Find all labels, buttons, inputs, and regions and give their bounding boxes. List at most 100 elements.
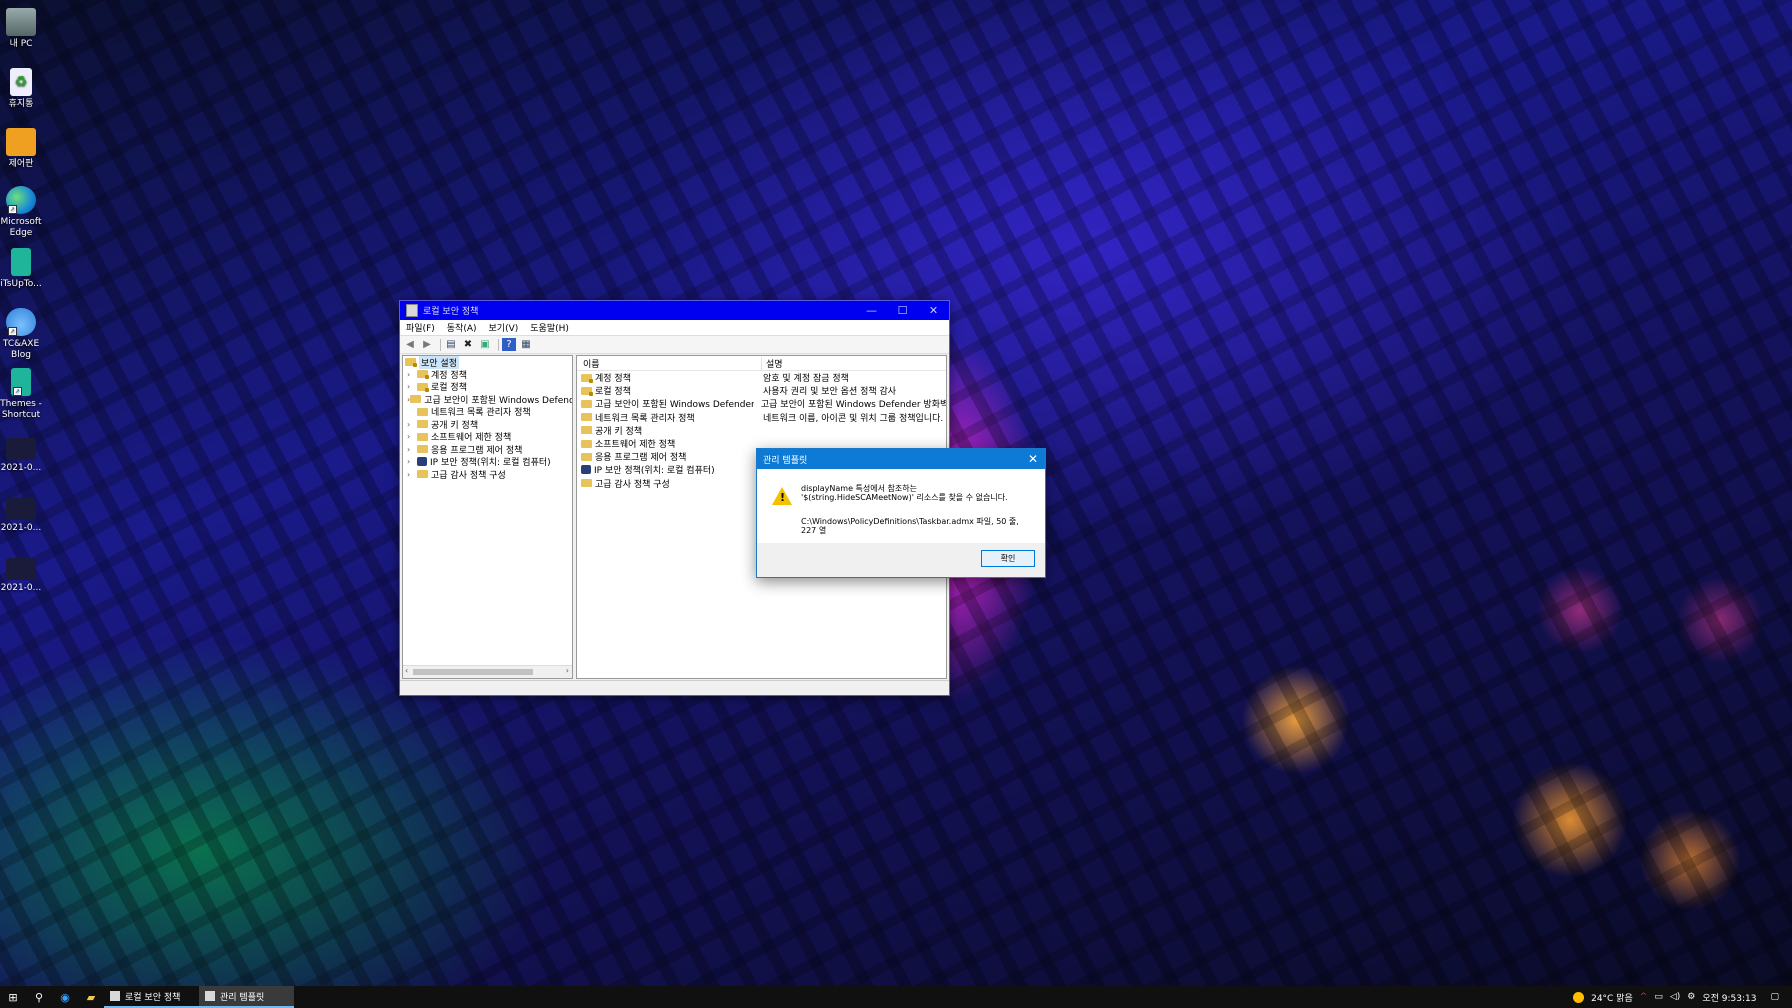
desktop-icon-themes-shortcut[interactable]: ↗ Themes - Shortcut [0, 368, 42, 421]
close-button[interactable]: ✕ [918, 301, 949, 320]
desktop-icon-label: Microsoft Edge [0, 217, 42, 238]
tree-item-label: 계정 정책 [431, 370, 467, 381]
toolbar-separator [498, 338, 499, 351]
taskbar-task-admin-templates[interactable]: 관리 템플릿 [199, 986, 294, 1008]
folder-icon [417, 445, 428, 454]
expand-chevron-icon[interactable]: › [407, 432, 417, 441]
expand-chevron-icon[interactable]: › [407, 370, 417, 379]
desktop-icon-label: 2021-0... [0, 583, 42, 593]
menu-file[interactable]: 파일(F) [400, 321, 441, 334]
column-header-description[interactable]: 설명 [762, 357, 783, 370]
toolbar: ◀ ▶ ▤ ✖ ▣ ? ▦ [400, 336, 949, 354]
volume-icon[interactable]: ◁) [1670, 992, 1680, 1002]
task-label: 로컬 보안 정책 [125, 992, 181, 1003]
tree-item-network-list[interactable]: 네트워크 목록 관리자 정책 [403, 406, 572, 418]
tree-item-label: 응용 프로그램 제어 정책 [431, 445, 523, 456]
menu-help[interactable]: 도움말(H) [524, 321, 575, 334]
help-icon[interactable]: ? [502, 338, 516, 351]
tree-item-public-key[interactable]: › 공개 키 정책 [403, 418, 572, 431]
scroll-left-icon[interactable]: ‹ [405, 666, 408, 675]
list-row[interactable]: 네트워크 목록 관리자 정책 네트워크 이름, 아이콘 및 위치 그룹 정책입니다… [577, 411, 946, 424]
admin-templates-error-dialog: 관리 템플릿 ✕ ! displayName 특성에서 참조하는 '$(stri… [756, 448, 1046, 578]
tree-item-software-restriction[interactable]: › 소프트웨어 제한 정책 [403, 431, 572, 443]
menu-view[interactable]: 보기(V) [483, 321, 525, 334]
expand-chevron-icon[interactable]: › [407, 382, 417, 391]
desktop-icon-recycle-bin[interactable]: ♻ 휴지통 [0, 68, 42, 110]
desktop-icon-label: 제어판 [8, 159, 34, 169]
maximize-button[interactable]: ☐ [887, 301, 918, 320]
expand-chevron-icon[interactable]: › [407, 470, 417, 479]
list-row[interactable]: 고급 보안이 포함된 Windows Defender ... 고급 보안이 포함… [577, 397, 946, 410]
window-titlebar[interactable]: 로컬 보안 정책 — ☐ ✕ [400, 301, 949, 320]
dialog-file-path: C:\Windows\PolicyDefinitions\Taskbar.adm… [801, 517, 1019, 535]
back-arrow-icon[interactable]: ◀ [403, 338, 417, 351]
file-explorer-icon[interactable]: ▰ [78, 986, 104, 1008]
settings-icon[interactable]: ⚙ [1687, 992, 1695, 1002]
desktop-icon-video-2[interactable]: 2021-0... [0, 498, 42, 534]
show-hide-tree-icon[interactable]: ▤ [444, 338, 458, 351]
tree-root[interactable]: 보안 설정 [403, 356, 572, 369]
desktop-icon-label: 내 PC [9, 39, 33, 49]
folder-icon [581, 399, 592, 408]
forward-arrow-icon[interactable]: ▶ [420, 338, 434, 351]
scrollbar-thumb[interactable] [413, 669, 533, 675]
tree-item-ip-security[interactable]: › IP 보안 정책(위치: 로컬 컴퓨터) [403, 456, 572, 468]
book-icon [11, 248, 31, 276]
desktop-icon-my-pc[interactable]: 내 PC [0, 8, 42, 50]
dialog-footer: 확인 [757, 543, 1045, 577]
taskbar: ⊞ ⚲ ◉ ▰ 로컬 보안 정책 관리 템플릿 24°C 맑음 ^ ▭ ◁) ⚙… [0, 986, 1792, 1008]
network-icon[interactable]: ▭ [1654, 992, 1663, 1002]
policy-app-icon [406, 304, 418, 317]
desktop-icon-tcaxe-blog[interactable]: ↗ TC&AXE Blog [0, 308, 42, 361]
export-list-icon[interactable]: ▣ [478, 338, 492, 351]
list-row[interactable]: 로컬 정책 사용자 권리 및 보안 옵션 정책 감사 [577, 384, 946, 397]
row-name: 네트워크 목록 관리자 정책 [595, 413, 695, 424]
tree-pane: 보안 설정 › 계정 정책 › 로컬 정책 › 고급 보안이 포함된 Windows … [402, 355, 573, 679]
search-icon[interactable]: ⚲ [26, 986, 52, 1008]
taskbar-task-local-security-policy[interactable]: 로컬 보안 정책 [104, 986, 199, 1008]
notification-center-icon[interactable]: ▢ [1770, 992, 1779, 1002]
column-header-name[interactable]: 이름 [577, 356, 762, 370]
folder-icon [581, 386, 593, 396]
properties-icon[interactable]: ▦ [519, 338, 533, 351]
list-row[interactable]: 계정 정책 암호 및 계정 잠금 정책 [577, 371, 946, 384]
menu-action[interactable]: 동작(A) [441, 321, 483, 334]
row-name: 고급 감사 정책 구성 [595, 479, 670, 490]
delete-icon[interactable]: ✖ [461, 338, 475, 351]
desktop-icon-video-1[interactable]: 2021-0... [0, 438, 42, 474]
start-windows-icon[interactable]: ⊞ [0, 986, 26, 1008]
weather-text[interactable]: 24°C 맑음 [1591, 991, 1633, 1004]
clock[interactable]: 오전 9:53:13 [1702, 991, 1756, 1004]
book-icon: ↗ [11, 368, 31, 396]
minimize-button[interactable]: — [856, 301, 887, 320]
edge-icon[interactable]: ◉ [52, 986, 78, 1008]
expand-chevron-icon[interactable]: › [407, 457, 417, 466]
tree-horizontal-scrollbar[interactable]: ‹ › [403, 665, 572, 678]
close-icon[interactable]: ✕ [1021, 452, 1045, 466]
desktop-icon-control-panel[interactable]: 제어판 [0, 128, 42, 170]
expand-chevron-icon[interactable]: › [407, 445, 417, 454]
warning-icon: ! [772, 487, 792, 505]
weather-sun-icon[interactable] [1573, 991, 1585, 1003]
policy-app-icon [205, 991, 215, 1001]
ok-button[interactable]: 확인 [981, 550, 1035, 567]
window-title: 로컬 보안 정책 [423, 307, 479, 317]
tree-item-local-policy[interactable]: › 로컬 정책 [403, 381, 572, 393]
list-row[interactable]: 공개 키 정책 [577, 424, 946, 437]
tree-item-account-policy[interactable]: › 계정 정책 [403, 368, 572, 381]
dialog-titlebar[interactable]: 관리 템플릿 ✕ [757, 449, 1045, 469]
folder-icon [417, 407, 428, 416]
desktop-icon-itsupto[interactable]: iTsUpTo... [0, 248, 42, 290]
tray-overflow-chevron-icon[interactable]: ^ [1640, 992, 1648, 1002]
desktop-icon-video-3[interactable]: 2021-0... [0, 558, 42, 594]
tree-item-windows-defender[interactable]: › 고급 보안이 포함된 Windows Defender [403, 393, 572, 406]
tree-item-app-control[interactable]: › 응용 프로그램 제어 정책 [403, 443, 572, 456]
edge-icon: ↗ [6, 186, 36, 214]
cloud-icon: ↗ [6, 308, 36, 336]
desktop-icon-edge[interactable]: ↗ Microsoft Edge [0, 186, 42, 239]
folder-icon [405, 358, 417, 367]
expand-chevron-icon[interactable]: › [407, 420, 417, 429]
tree-item-advanced-audit[interactable]: › 고급 감사 정책 구성 [403, 468, 572, 481]
scroll-right-icon[interactable]: › [566, 666, 569, 675]
video-icon [6, 438, 36, 460]
